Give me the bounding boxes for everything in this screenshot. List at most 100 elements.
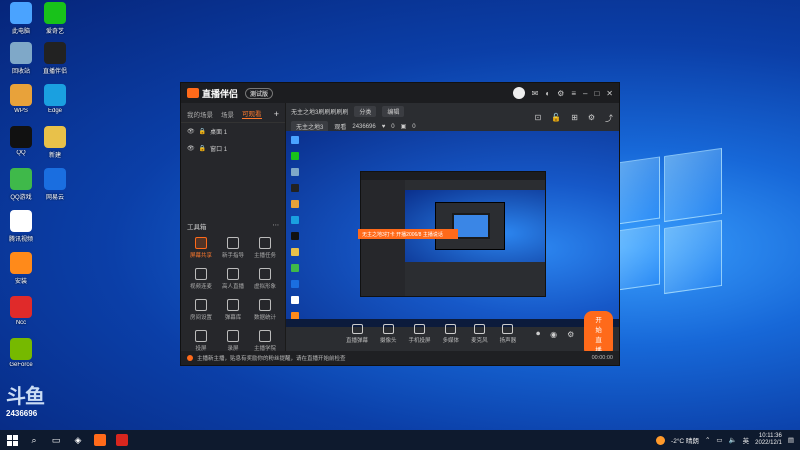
notice-icon xyxy=(187,355,193,361)
settings-icon[interactable]: ⚙ xyxy=(588,113,595,124)
share-icon[interactable]: ⤴ xyxy=(605,113,613,124)
stream-preview[interactable]: 无主之地3打卡 开播2006/8 主播说话 xyxy=(286,131,619,327)
control-button[interactable]: 直播弹幕 xyxy=(346,324,368,344)
desktop-icon[interactable]: 新建 xyxy=(38,126,72,159)
toolbox-item[interactable]: 视频连麦 xyxy=(185,268,217,290)
room-status[interactable]: 分类 xyxy=(354,106,377,117)
edit-room-button[interactable]: 编辑 xyxy=(382,106,405,117)
app-icon xyxy=(44,126,66,148)
control-button[interactable]: 多媒体 xyxy=(443,324,459,344)
live-companion-taskbar-icon[interactable] xyxy=(94,434,106,446)
toolbox-item[interactable]: 数据统计 xyxy=(249,299,281,321)
desktop-icon[interactable]: WPS xyxy=(4,84,38,114)
minimize-icon[interactable]: – xyxy=(583,89,587,98)
control-icon xyxy=(445,324,457,334)
control-label: 直播弹幕 xyxy=(346,338,369,344)
game-controller-icon[interactable]: ◈ xyxy=(72,434,84,446)
toolbox-item[interactable]: 投屏 xyxy=(185,330,217,352)
source-item[interactable]: 👁 🔒 桌面 1 xyxy=(181,123,285,140)
desktop-icon-label: 爱奇艺 xyxy=(45,29,64,35)
volume-icon[interactable]: 🔈 xyxy=(729,436,737,444)
add-scene-icon[interactable]: + xyxy=(274,109,279,119)
eye-icon[interactable]: 👁 xyxy=(187,145,195,152)
lock-icon[interactable]: 🔒 xyxy=(199,128,206,135)
toolbox-item[interactable]: 新手指导 xyxy=(217,237,249,259)
tool-label: 主播任务 xyxy=(253,253,276,259)
scene-tabs: 我的场景 场景 可观看 + xyxy=(181,103,285,123)
control-bar: 直播弹幕摄像头手机投屏多媒体麦克风扬声器 ⏺ ◉ ⚙ 开始直播 xyxy=(286,311,619,357)
eye-icon[interactable]: ◉ xyxy=(550,330,557,339)
tab-scenes[interactable]: 场景 xyxy=(221,109,234,119)
desktop-icon-label: Edge xyxy=(47,108,62,114)
control-button[interactable]: 麦克风 xyxy=(471,324,488,344)
toolbox-header: 工具箱 ⋯ xyxy=(187,221,279,231)
weather-icon[interactable] xyxy=(656,435,666,445)
tab-my-scenes[interactable]: 我的场景 xyxy=(187,109,213,119)
desktop-icon[interactable]: Edge xyxy=(38,84,72,114)
network-icon[interactable]: ▭ xyxy=(716,436,722,444)
desktop-icon-label: 此电脑 xyxy=(11,29,30,35)
desktop-icon[interactable]: 网易云 xyxy=(38,168,72,201)
desktop-icon[interactable]: 回收站 xyxy=(4,42,38,75)
message-icon[interactable]: ✉ xyxy=(532,89,539,98)
record-icon[interactable]: ⏺ xyxy=(536,329,540,339)
toolbox-item[interactable]: 主播任务 xyxy=(249,237,281,259)
notifications-icon[interactable]: ▤ xyxy=(788,436,794,444)
viewer-count: 2436696 xyxy=(352,123,376,130)
user-avatar[interactable] xyxy=(512,87,525,99)
tray-chevron-icon[interactable]: ⌃ xyxy=(705,436,710,444)
desktop-icon-label: Ncc xyxy=(15,320,27,326)
tab-viewable[interactable]: 可观看 xyxy=(242,108,262,119)
toolbox-item[interactable]: 房间设置 xyxy=(185,299,217,321)
toolbox-item[interactable]: 主播学院 xyxy=(249,330,281,352)
toolbox-item[interactable]: 弹幕库 xyxy=(217,299,249,321)
menu-icon[interactable]: ≡ xyxy=(571,89,576,98)
control-button[interactable]: 手机投屏 xyxy=(409,324,431,344)
task-view-icon[interactable]: ▭ xyxy=(50,434,62,446)
search-icon[interactable]: ⌕ xyxy=(28,434,40,446)
video-app-taskbar-icon[interactable] xyxy=(116,434,128,446)
skin-icon[interactable]: ◐ xyxy=(545,89,550,98)
toolbox-item[interactable]: 高人直播 xyxy=(217,268,249,290)
desktop-icon[interactable]: GeForce xyxy=(4,338,38,368)
app-title: 直播伴侣 xyxy=(202,88,239,99)
tool-label: 视频连麦 xyxy=(189,284,212,290)
source-item[interactable]: 👁 🔒 窗口 1 xyxy=(181,140,285,157)
room-name[interactable]: 无主之地3刷刷刷刷刷 xyxy=(291,107,348,116)
settings-icon[interactable]: ⚙ xyxy=(567,330,574,339)
close-icon[interactable]: ✕ xyxy=(606,89,613,98)
desktop-icon[interactable]: 安装 xyxy=(4,252,38,285)
eye-icon[interactable]: 👁 xyxy=(187,128,195,135)
more-icon[interactable]: ⋯ xyxy=(273,221,280,231)
toolbox-item[interactable]: 屏幕共享 xyxy=(185,237,217,259)
grid-icon[interactable]: ⊞ xyxy=(571,113,578,124)
lock-icon[interactable]: 🔒 xyxy=(199,145,206,152)
desktop-icon[interactable]: 腾讯视频 xyxy=(4,210,38,243)
ime-indicator[interactable]: 英 xyxy=(743,435,750,445)
desktop-icon[interactable]: Ncc xyxy=(4,296,38,326)
toolbox-item[interactable]: 录屏 xyxy=(217,330,249,352)
settings-icon[interactable]: ⚙ xyxy=(557,89,564,98)
control-button[interactable]: 摄像头 xyxy=(380,324,397,344)
live-companion-window[interactable]: 直播伴侣 测试版 ✉ ◐ ⚙ ≡ – □ ✕ 我的场景 场景 可观看 + 👁 🔒… xyxy=(180,82,620,366)
desktop-icon[interactable]: QQ xyxy=(4,126,38,156)
layout-icon[interactable]: ⊡ xyxy=(534,113,541,124)
desktop-icon[interactable]: 爱奇艺 xyxy=(38,2,72,35)
app-icon xyxy=(44,42,66,64)
control-icon xyxy=(351,324,363,334)
maximize-icon[interactable]: □ xyxy=(594,89,599,98)
toolbox-item[interactable]: 虚拟形象 xyxy=(249,268,281,290)
lock-icon[interactable]: 🔓 xyxy=(551,113,561,124)
control-button[interactable]: 扬声器 xyxy=(500,324,516,344)
clock[interactable]: 10:11:36 2022/12/1 xyxy=(755,433,782,447)
desktop-icon[interactable]: 直播伴侣 xyxy=(38,42,72,75)
tool-label: 屏幕共享 xyxy=(189,253,212,259)
app-icon xyxy=(10,126,32,148)
notice-text[interactable]: 主播新主播，贴息有奖励你的粉丝提醒，请在直播开始前检查 xyxy=(197,354,346,362)
app-icon xyxy=(10,168,32,190)
window-titlebar[interactable]: 直播伴侣 测试版 ✉ ◐ ⚙ ≡ – □ ✕ xyxy=(181,83,619,103)
desktop-icon[interactable]: 此电脑 xyxy=(4,2,38,35)
weather-text[interactable]: -2°C 晴朗 xyxy=(671,435,699,445)
desktop-icon[interactable]: QQ游戏 xyxy=(4,168,38,201)
start-button[interactable] xyxy=(6,434,18,446)
